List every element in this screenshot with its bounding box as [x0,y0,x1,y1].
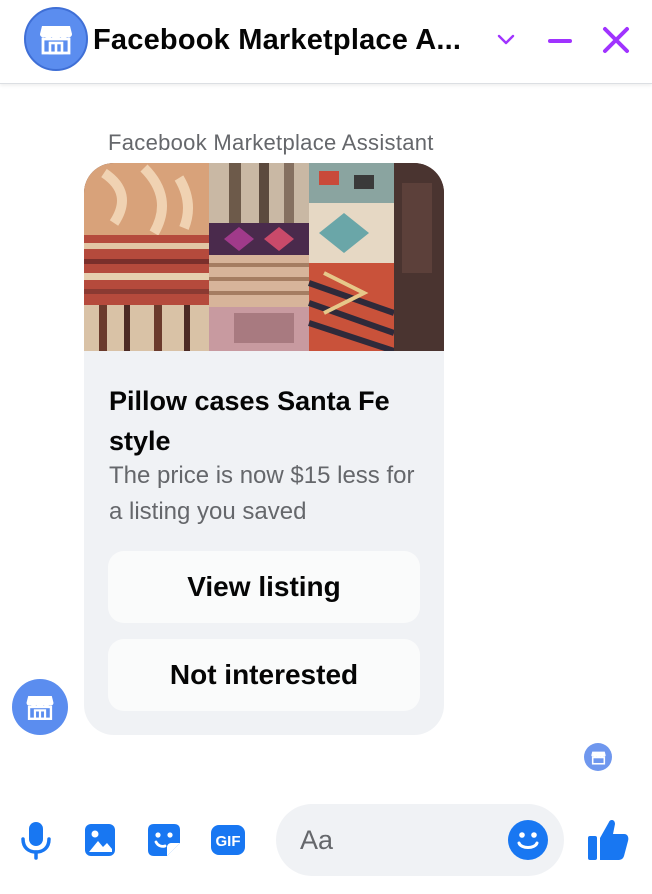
gif-icon: GIF [211,825,245,855]
chat-title[interactable]: Facebook Marketplace A... [93,24,461,57]
view-listing-button[interactable]: View listing [108,551,420,623]
minimize-icon [548,39,572,43]
not-interested-button[interactable]: Not interested [108,639,420,711]
listing-price-note: The price is now $15 less for a listing … [109,462,415,525]
options-dropdown-button[interactable] [486,20,526,60]
chat-header: Facebook Marketplace A... [0,0,652,84]
attach-photo-button[interactable] [78,818,122,862]
listing-title: Pillow cases Santa Fe style [109,386,390,456]
thumbs-up-icon [588,819,629,860]
store-icon [26,696,54,720]
store-icon [590,751,606,765]
close-icon [603,27,629,53]
store-avatar[interactable] [24,7,88,71]
chevron-down-icon [497,34,515,45]
microphone-icon [21,822,51,860]
listing-photo[interactable] [84,163,444,351]
smiley-icon [509,821,547,859]
sender-name: Facebook Marketplace Assistant [108,130,434,155]
listing-card: Pillow cases Santa Fe style The price is… [84,163,444,735]
gif-label: GIF [216,833,241,850]
message-input-container[interactable] [276,804,564,876]
voice-clip-button[interactable] [14,818,58,862]
sticker-button[interactable] [142,818,186,862]
store-icon [40,26,72,55]
gif-button[interactable]: GIF [206,818,250,862]
read-receipt-avatar [584,743,612,771]
send-like-button[interactable] [584,814,632,866]
sender-avatar[interactable] [12,679,68,735]
emoji-button[interactable] [508,820,548,860]
close-chat-button[interactable] [596,20,636,60]
message-input[interactable] [300,820,500,860]
sticker-icon [148,824,180,856]
photo-icon [85,824,115,856]
minimize-button[interactable] [540,20,580,60]
